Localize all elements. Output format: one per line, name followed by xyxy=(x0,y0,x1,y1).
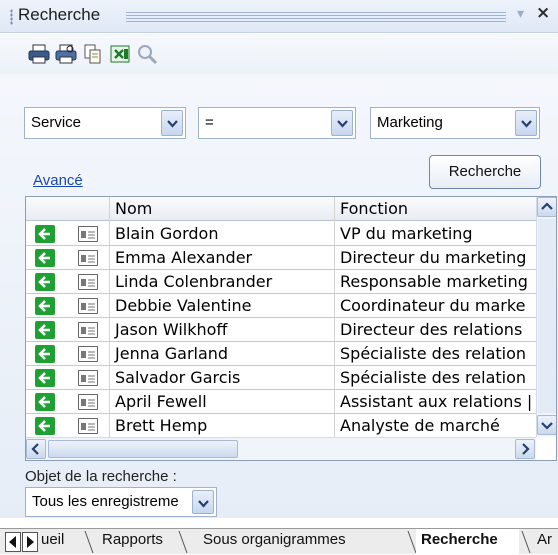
value-select[interactable]: Marketing xyxy=(370,107,540,139)
value-select-value: Marketing xyxy=(377,114,443,131)
search-button[interactable]: Recherche xyxy=(429,155,541,189)
row-function: Responsable marketing xyxy=(340,272,528,291)
contact-card-icon[interactable] xyxy=(78,322,98,338)
table-row[interactable]: Linda Colenbrander Responsable marketing xyxy=(26,270,536,294)
table-row[interactable]: Jason Wilkhoff Directeur des relations xyxy=(26,318,536,342)
contact-card-icon[interactable] xyxy=(78,250,98,266)
scroll-down-icon[interactable] xyxy=(537,415,556,435)
tab-recherche[interactable]: Recherche xyxy=(421,531,498,548)
row-function: Spécialiste des relation xyxy=(340,344,527,363)
go-to-arrow-icon[interactable] xyxy=(35,393,55,411)
go-to-arrow-icon[interactable] xyxy=(35,273,55,291)
tab-ar[interactable]: Ar xyxy=(537,531,552,548)
contact-card-icon[interactable] xyxy=(78,274,98,290)
column-header-nom[interactable]: Nom xyxy=(115,199,152,218)
row-name: Jason Wilkhoff xyxy=(115,320,228,339)
row-name: Jenna Garland xyxy=(115,344,229,363)
go-to-arrow-icon[interactable] xyxy=(35,369,55,387)
row-function: Coordinateur du marke xyxy=(340,296,526,315)
panel-title: Recherche xyxy=(18,5,101,24)
contact-card-icon[interactable] xyxy=(78,346,98,362)
tab-accueil[interactable]: ueil xyxy=(41,531,64,548)
go-to-arrow-icon[interactable] xyxy=(35,417,55,435)
tab-strip: ueil Rapports Sous organigrammes Recherc… xyxy=(0,528,558,555)
print-preview-icon[interactable] xyxy=(55,43,77,65)
tab-scroll-right-icon[interactable] xyxy=(22,532,38,552)
row-name: Linda Colenbrander xyxy=(115,272,273,291)
tab-rapports[interactable]: Rapports xyxy=(102,531,163,548)
row-function: Directeur du marketing xyxy=(340,248,527,267)
toolbar xyxy=(0,34,558,74)
go-to-arrow-icon[interactable] xyxy=(35,345,55,363)
row-name: Debbie Valentine xyxy=(115,296,252,315)
print-icon[interactable] xyxy=(28,43,50,65)
tab-sous-organigrammes[interactable]: Sous organigrammes xyxy=(203,531,346,548)
table-row[interactable]: Emma Alexander Directeur du marketing xyxy=(26,246,536,270)
operator-select[interactable]: = xyxy=(198,107,356,139)
operator-select-value: = xyxy=(205,114,214,131)
close-icon[interactable]: × xyxy=(536,3,550,23)
zoom-icon[interactable] xyxy=(136,43,158,65)
chevron-down-icon[interactable] xyxy=(192,490,214,514)
go-to-arrow-icon[interactable] xyxy=(35,249,55,267)
search-object-select[interactable]: Tous les enregistreme xyxy=(25,487,217,517)
panel-menu-icon[interactable]: ▾ xyxy=(517,6,524,22)
horizontal-scrollbar[interactable] xyxy=(26,437,536,460)
go-to-arrow-icon[interactable] xyxy=(35,297,55,315)
search-object-value: Tous les enregistreme xyxy=(32,493,179,510)
column-header-fonction[interactable]: Fonction xyxy=(340,199,408,218)
table-row[interactable]: Salvador Garcis Spécialiste des relation xyxy=(26,366,536,390)
row-name: Brett Hemp xyxy=(115,416,208,435)
table-row[interactable]: Blain Gordon VP du marketing xyxy=(26,222,536,246)
scroll-right-icon[interactable] xyxy=(515,439,535,459)
field-select-value: Service xyxy=(31,114,82,131)
row-name: Blain Gordon xyxy=(115,224,219,243)
row-function: Spécialiste des relation xyxy=(340,368,527,387)
table-row[interactable]: April Fewell Assistant aux relations | xyxy=(26,390,536,414)
row-function: Assistant aux relations | xyxy=(340,392,533,411)
grid-body: Blain Gordon VP du marketing Emma Alexande… xyxy=(26,222,536,437)
row-function: VP du marketing xyxy=(340,224,473,243)
excel-export-icon[interactable] xyxy=(109,43,131,65)
go-to-arrow-icon[interactable] xyxy=(35,225,55,243)
field-select[interactable]: Service xyxy=(24,107,186,139)
panel-title-bar: Recherche ▾ × xyxy=(0,0,558,33)
scroll-thumb[interactable] xyxy=(538,219,556,413)
table-row[interactable]: Brett Hemp Analyste de marché xyxy=(26,414,536,437)
row-function: Directeur des relations xyxy=(340,320,523,339)
contact-card-icon[interactable] xyxy=(78,226,98,242)
tab-scroll-left-icon[interactable] xyxy=(5,532,21,552)
table-row[interactable]: Jenna Garland Spécialiste des relation xyxy=(26,342,536,366)
results-grid: Nom Fonction Blain Gordon VP du marketing… xyxy=(25,196,557,461)
contact-card-icon[interactable] xyxy=(78,418,98,434)
row-name: April Fewell xyxy=(115,392,207,411)
chevron-down-icon[interactable] xyxy=(515,110,537,136)
advanced-link[interactable]: Avancé xyxy=(33,172,83,189)
contact-card-icon[interactable] xyxy=(78,298,98,314)
go-to-arrow-icon[interactable] xyxy=(35,321,55,339)
chevron-down-icon[interactable] xyxy=(161,110,183,136)
search-object-label: Objet de la recherche : xyxy=(25,468,177,485)
vertical-scrollbar[interactable] xyxy=(536,197,556,437)
table-row[interactable]: Debbie Valentine Coordinateur du marke xyxy=(26,294,536,318)
row-name: Emma Alexander xyxy=(115,248,253,267)
contact-card-icon[interactable] xyxy=(78,394,98,410)
row-name: Salvador Garcis xyxy=(115,368,241,387)
scroll-up-icon[interactable] xyxy=(537,197,556,217)
chevron-down-icon[interactable] xyxy=(331,110,353,136)
scroll-left-icon[interactable] xyxy=(26,439,46,459)
contact-card-icon[interactable] xyxy=(78,370,98,386)
title-bar-decoration xyxy=(126,12,506,23)
drag-grip-icon[interactable] xyxy=(10,9,13,25)
row-function: Analyste de marché xyxy=(340,416,500,435)
grid-header: Nom Fonction xyxy=(26,197,536,221)
scroll-thumb[interactable] xyxy=(48,440,238,458)
copy-icon[interactable] xyxy=(82,43,104,65)
